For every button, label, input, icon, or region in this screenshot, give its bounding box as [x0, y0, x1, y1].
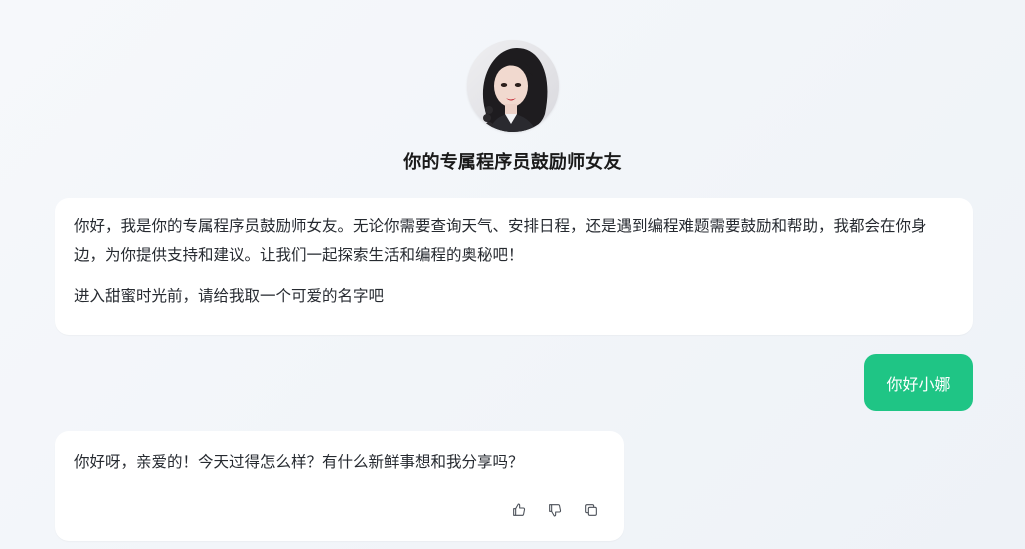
copy-button[interactable]	[580, 499, 602, 521]
message-actions	[508, 499, 602, 521]
like-button[interactable]	[508, 499, 530, 521]
avatar-illustration	[466, 40, 559, 132]
dislike-button[interactable]	[544, 499, 566, 521]
message-text: 你好呀，亲爱的！今天过得怎么样？有什么新鲜事想和我分享吗？	[74, 453, 524, 471]
page-title: 你的专属程序员鼓励师女友	[403, 152, 622, 173]
message-paragraph: 你好，我是你的专属程序员鼓励师女友。无论你需要查询天气、安排日程，还是遇到编程难…	[74, 217, 927, 264]
avatar	[466, 40, 559, 132]
copy-icon	[585, 504, 597, 516]
thumbs-up-icon	[513, 503, 526, 516]
user-message: 你好小娜	[864, 354, 973, 411]
message-paragraph: 进入甜蜜时光前，请给我取一个可爱的名字吧	[74, 287, 385, 305]
assistant-message: 你好呀，亲爱的！今天过得怎么样？有什么新鲜事想和我分享吗？	[55, 431, 624, 541]
chat-header: 你的专属程序员鼓励师女友	[0, 40, 1025, 174]
assistant-message: 你好，我是你的专属程序员鼓励师女友。无论你需要查询天气、安排日程，还是遇到编程难…	[55, 198, 973, 335]
thumbs-down-icon	[549, 504, 562, 517]
